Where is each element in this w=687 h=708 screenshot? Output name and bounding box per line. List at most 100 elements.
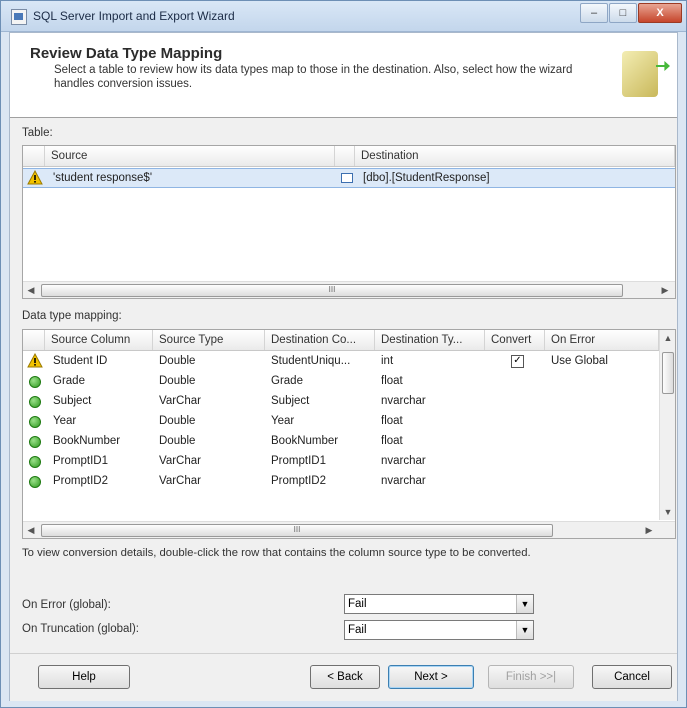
col-on-error[interactable]: On Error <box>545 330 659 350</box>
ok-status-icon <box>29 376 41 388</box>
table-row[interactable]: Year Double Year float <box>23 412 659 430</box>
col-destination[interactable]: Destination <box>355 146 675 166</box>
destination-type-cell: nvarchar <box>381 475 426 487</box>
wizard-window: SQL Server Import and Export Wizard – □ … <box>0 0 687 708</box>
source-column-cell: PromptID1 <box>53 455 108 467</box>
on-error-cell: Use Global <box>551 355 608 367</box>
wizard-graphic-icon <box>622 51 658 97</box>
on-error-global-select[interactable]: Fail ▼ <box>344 594 534 614</box>
mapping-label: Data type mapping: <box>22 310 122 322</box>
table-label: Table: <box>22 127 53 139</box>
close-button[interactable]: X <box>638 3 682 23</box>
ok-status-icon <box>29 396 41 408</box>
page-description: Select a table to review how its data ty… <box>54 64 573 90</box>
on-error-cell <box>545 412 659 430</box>
app-icon <box>11 9 27 25</box>
on-error-global-label: On Error (global): <box>22 599 111 611</box>
table-source-cell: 'student response$' <box>53 172 153 184</box>
back-button[interactable]: < Back <box>310 665 380 689</box>
warning-icon <box>27 353 43 368</box>
destination-type-cell: int <box>381 355 394 367</box>
scroll-down-icon[interactable]: ▼ <box>660 504 675 520</box>
destination-column-cell: StudentUniqu... <box>271 355 351 367</box>
finish-button[interactable]: Finish >>| <box>488 665 574 689</box>
scroll-thumb[interactable]: III <box>41 284 623 297</box>
scroll-right-icon[interactable]: ▶ <box>657 282 673 298</box>
mapping-grid[interactable]: Source Column Source Type Destination Co… <box>22 329 676 539</box>
table-hscrollbar[interactable]: ◀ III ▶ <box>23 281 675 298</box>
destination-column-cell: PromptID2 <box>271 475 326 487</box>
on-error-cell <box>545 372 659 390</box>
table-row[interactable]: 'student response$' [dbo].[StudentRespon… <box>23 168 675 188</box>
source-column-cell: Grade <box>53 375 85 387</box>
scroll-right-icon[interactable]: ▶ <box>641 522 657 538</box>
scroll-up-icon[interactable]: ▲ <box>660 330 675 346</box>
destination-type-cell: float <box>381 415 403 427</box>
mapping-grid-header: Source Column Source Type Destination Co… <box>23 330 659 351</box>
next-button[interactable]: Next > <box>388 665 474 689</box>
source-type-cell: Double <box>159 375 196 387</box>
chevron-down-icon[interactable]: ▼ <box>516 621 533 639</box>
on-error-cell <box>545 452 659 470</box>
source-column-cell: PromptID2 <box>53 475 108 487</box>
mapping-vscrollbar[interactable]: ▲ ▼ <box>659 330 675 520</box>
wizard-footer: Help < Back Next > Finish >>| Cancel <box>10 653 677 701</box>
on-truncation-global-select[interactable]: Fail ▼ <box>344 620 534 640</box>
destination-column-cell: Subject <box>271 395 310 407</box>
table-grid[interactable]: Source Destination 'student response$' [… <box>22 145 676 299</box>
table-row[interactable]: BookNumber Double BookNumber float <box>23 432 659 450</box>
col-convert[interactable]: Convert <box>485 330 545 350</box>
destination-column-cell: Grade <box>271 375 303 387</box>
table-row[interactable]: PromptID1 VarChar PromptID1 nvarchar <box>23 452 659 470</box>
ok-status-icon <box>29 416 41 428</box>
col-destination-type[interactable]: Destination Ty... <box>375 330 485 350</box>
ok-status-icon <box>29 456 41 468</box>
table-icon <box>341 173 353 183</box>
maximize-button[interactable]: □ <box>609 3 637 23</box>
chevron-down-icon[interactable]: ▼ <box>516 595 533 613</box>
destination-type-cell: nvarchar <box>381 455 426 467</box>
minimize-button[interactable]: – <box>580 3 608 23</box>
col-source-column[interactable]: Source Column <box>45 330 153 350</box>
col-source-type[interactable]: Source Type <box>153 330 265 350</box>
destination-column-cell: PromptID1 <box>271 455 326 467</box>
col-destination-column[interactable]: Destination Co... <box>265 330 375 350</box>
destination-column-cell: BookNumber <box>271 435 339 447</box>
scroll-thumb[interactable]: III <box>41 524 553 537</box>
table-row[interactable]: Subject VarChar Subject nvarchar <box>23 392 659 410</box>
warning-icon <box>27 170 43 185</box>
ok-status-icon <box>29 436 41 448</box>
destination-type-cell: float <box>381 375 403 387</box>
source-column-cell: BookNumber <box>53 435 121 447</box>
help-button[interactable]: Help <box>38 665 130 689</box>
on-truncation-global-label: On Truncation (global): <box>22 623 139 635</box>
scroll-left-icon[interactable]: ◀ <box>23 282 39 298</box>
table-row[interactable]: Student ID Double StudentUniqu... int Use Gl… <box>23 352 659 370</box>
table-destination-cell: [dbo].[StudentResponse] <box>363 172 490 184</box>
scroll-left-icon[interactable]: ◀ <box>23 522 39 538</box>
source-type-cell: Double <box>159 355 196 367</box>
source-column-cell: Year <box>53 415 77 427</box>
on-truncation-global-value: Fail <box>348 624 367 636</box>
vscroll-thumb[interactable] <box>662 352 674 394</box>
on-error-cell <box>545 392 659 410</box>
convert-checkbox[interactable]: ✓ <box>511 355 524 368</box>
cancel-button[interactable]: Cancel <box>592 665 672 689</box>
destination-column-cell: Year <box>271 415 295 427</box>
mapping-hscrollbar[interactable]: ◀ III ▶ <box>23 521 675 538</box>
title-bar: SQL Server Import and Export Wizard – □ … <box>1 1 686 32</box>
col-source[interactable]: Source <box>45 146 335 166</box>
page-title: Review Data Type Mapping <box>30 45 223 62</box>
destination-type-cell: float <box>381 435 403 447</box>
destination-type-cell: nvarchar <box>381 395 426 407</box>
table-grid-header: Source Destination <box>23 146 675 167</box>
ok-status-icon <box>29 476 41 488</box>
source-type-cell: VarChar <box>159 455 201 467</box>
source-column-cell: Student ID <box>53 355 108 367</box>
source-type-cell: Double <box>159 435 196 447</box>
table-row[interactable]: PromptID2 VarChar PromptID2 nvarchar <box>23 472 659 490</box>
on-error-cell <box>545 432 659 450</box>
wizard-body: Review Data Type Mapping Select a table … <box>9 32 678 701</box>
table-row[interactable]: Grade Double Grade float <box>23 372 659 390</box>
page-header: Review Data Type Mapping Select a table … <box>10 33 677 118</box>
